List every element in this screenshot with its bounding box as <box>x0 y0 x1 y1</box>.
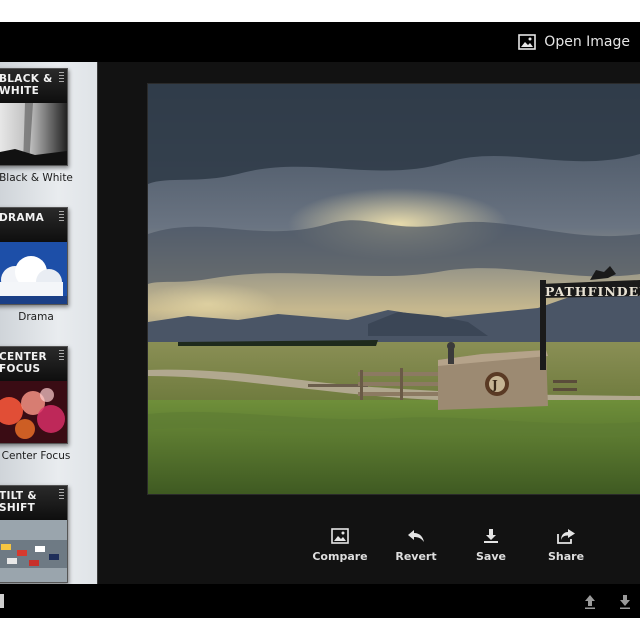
undo-arrow-icon <box>408 530 424 542</box>
image-icon <box>331 528 349 544</box>
photo-preview[interactable]: J PATHFINDER <box>148 84 640 494</box>
filter-sidebar[interactable]: BLACK & WHITE Black & White DRAMA Drama … <box>0 62 98 584</box>
filter-label: Center Focus <box>1 450 71 462</box>
filter-tilt-shift[interactable]: TILT & SHIFT <box>0 479 97 584</box>
open-image-label: Open Image <box>544 34 630 50</box>
image-editor-area: J PATHFINDER Compare Revert Save Share <box>98 62 640 584</box>
download-arrow-icon[interactable] <box>618 594 632 610</box>
tilt-shift-preview <box>0 520 67 582</box>
filter-thumbnail-title: DRAMA <box>0 208 67 242</box>
download-icon <box>484 529 498 543</box>
filter-drama[interactable]: DRAMA Drama <box>0 201 97 340</box>
system-bar <box>0 584 640 618</box>
center-focus-preview <box>0 381 67 443</box>
filter-thumbnail-title: CENTER FOCUS <box>0 347 67 381</box>
share-button[interactable]: Share <box>531 524 601 568</box>
grip-icon <box>59 211 64 221</box>
filter-thumbnail: BLACK & WHITE <box>0 68 68 166</box>
drama-preview <box>0 242 67 304</box>
filter-thumbnail-title: BLACK & WHITE <box>0 69 67 103</box>
filter-thumbnail: DRAMA <box>0 207 68 305</box>
compare-label: Compare <box>312 550 368 563</box>
back-nav-icon[interactable] <box>0 594 4 608</box>
image-icon <box>518 34 537 50</box>
filter-thumbnail-title: TILT & SHIFT <box>0 486 67 520</box>
filter-label: Black & White <box>0 172 73 184</box>
filter-label: Drama <box>18 311 54 323</box>
open-image-button[interactable]: Open Image <box>518 32 630 52</box>
tablet-screen: Open Image BLACK & WHITE Black & White D… <box>0 22 640 618</box>
save-button[interactable]: Save <box>456 524 526 568</box>
share-icon <box>557 529 575 544</box>
filter-thumbnail: TILT & SHIFT <box>0 485 68 583</box>
grip-icon <box>59 350 64 360</box>
filter-black-white[interactable]: BLACK & WHITE Black & White <box>0 62 97 201</box>
landscape-photo: J PATHFINDER <box>148 84 640 494</box>
revert-label: Revert <box>395 550 437 563</box>
action-row: Compare Revert Save Share <box>98 524 640 584</box>
grip-icon <box>59 489 64 499</box>
action-bar: Open Image <box>0 22 640 62</box>
filter-thumbnail: CENTER FOCUS <box>0 346 68 444</box>
revert-button[interactable]: Revert <box>381 524 451 568</box>
gate-sign-text: PATHFINDER <box>545 284 640 299</box>
svg-text:J: J <box>491 378 498 392</box>
upload-arrow-icon[interactable] <box>583 594 597 610</box>
grip-icon <box>59 72 64 82</box>
share-label: Share <box>547 550 585 563</box>
filter-center-focus[interactable]: CENTER FOCUS Center Focus <box>0 340 97 479</box>
black-white-preview <box>0 103 67 165</box>
save-label: Save <box>476 550 506 563</box>
compare-button[interactable]: Compare <box>305 524 375 568</box>
